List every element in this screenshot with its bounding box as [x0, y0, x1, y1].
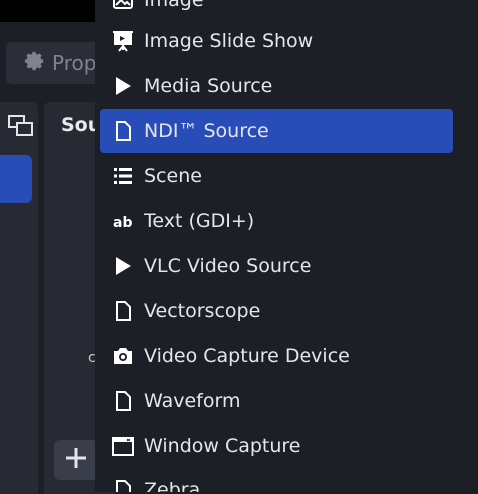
- play-icon: [110, 253, 136, 279]
- image-icon: [110, 0, 136, 13]
- slideshow-icon: [110, 28, 136, 54]
- menu-item-vlc-video-source[interactable]: VLC Video Source: [100, 244, 453, 288]
- menu-item-media-source[interactable]: Media Source: [100, 64, 453, 108]
- selected-scene-item[interactable]: [0, 155, 32, 203]
- menu-item-video-capture-device[interactable]: Video Capture Device: [100, 334, 453, 378]
- menu-item-vectorscope[interactable]: Vectorscope: [100, 289, 453, 333]
- window-icon: [110, 433, 136, 459]
- svg-text:ab: ab: [113, 215, 132, 231]
- add-source-button[interactable]: [54, 440, 98, 480]
- menu-item-image-slide-show[interactable]: Image Slide Show: [100, 19, 453, 63]
- menu-item-ndi-source[interactable]: NDI™ Source: [100, 109, 453, 153]
- file-icon: [110, 118, 136, 144]
- text-icon: ab: [110, 208, 136, 234]
- menu-item-window-capture[interactable]: Window Capture: [100, 424, 453, 468]
- gear-icon: [24, 50, 46, 77]
- menu-item-text-gdi[interactable]: ab Text (GDI+): [100, 199, 453, 243]
- camera-icon: [110, 343, 136, 369]
- title-strip: [0, 0, 100, 22]
- menu-item-scene[interactable]: Scene: [100, 154, 453, 198]
- plus-icon: [64, 446, 88, 474]
- dock-toggle-icon[interactable]: [8, 114, 34, 138]
- menu-item-zebra[interactable]: Zebra: [100, 468, 453, 492]
- play-icon: [110, 73, 136, 99]
- file-icon: [110, 477, 136, 492]
- add-source-menu: Image Image Slide Show Media Source NDI™…: [95, 0, 478, 492]
- menu-item-waveform[interactable]: Waveform: [100, 379, 453, 423]
- list-icon: [110, 163, 136, 189]
- file-icon: [110, 298, 136, 324]
- file-icon: [110, 388, 136, 414]
